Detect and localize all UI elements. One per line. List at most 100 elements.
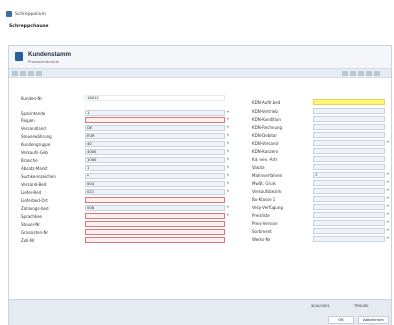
- right-field-kdn-rechnung[interactable]: [313, 124, 385, 130]
- left-label-branche: Branche: [21, 158, 38, 163]
- left-field-grossisten-nr[interactable]: [85, 229, 225, 235]
- left-field-steuerw-hrung[interactable]: EUR: [85, 133, 225, 139]
- status-user: TRSUSE: [354, 304, 369, 308]
- left-field-sprachkee[interactable]: [85, 213, 225, 219]
- left-field-zahlungs-bed[interactable]: 008: [85, 205, 225, 211]
- dropdown-arrow-icon[interactable]: ▾: [387, 172, 389, 176]
- right-label-kdn-konzern: KDN-Konzern: [252, 149, 279, 154]
- right-label-verp-verf-gung: Verp-Verfügung: [252, 205, 283, 210]
- right-label-werks-nr: Werks-Nr: [252, 237, 271, 242]
- dropdown-arrow-icon[interactable]: ▾: [227, 173, 229, 177]
- dropdown-arrow-icon[interactable]: ▾: [387, 140, 389, 144]
- dropdown-arrow-icon[interactable]: ▾: [387, 228, 389, 232]
- right-field-verp-verf-gung[interactable]: [313, 204, 385, 210]
- left-label-liefer-bed: Liefer-Bed: [21, 190, 42, 195]
- dropdown-arrow-icon[interactable]: ▾: [227, 149, 229, 153]
- save-icon[interactable]: [28, 71, 34, 76]
- left-field-kunden-nr[interactable]: 18012: [85, 95, 225, 101]
- right-field-bu-klasse-1[interactable]: [313, 196, 385, 202]
- dropdown-arrow-icon[interactable]: ▾: [227, 213, 229, 217]
- dropdown-arrow-icon[interactable]: ▾: [227, 157, 229, 161]
- dropdown-arrow-icon[interactable]: ▾: [387, 212, 389, 216]
- right-label-kdn-versand: KDN-Versand: [252, 141, 279, 146]
- previous-record-icon[interactable]: [358, 71, 364, 76]
- dropdown-arrow-icon[interactable]: ▾: [387, 180, 389, 184]
- right-field-kd-ven-artr[interactable]: [313, 156, 385, 162]
- customer-master-panel: Kundenstamm Prozessindustrie Kunden-Nr 18…: [8, 45, 392, 325]
- left-field-lieferbed-ort[interactable]: [85, 197, 225, 203]
- left-field-versand-bed[interactable]: 004: [85, 181, 225, 187]
- left-field-sparintende[interactable]: 1: [85, 110, 225, 116]
- dropdown-arrow-icon[interactable]: ▾: [387, 196, 389, 200]
- first-record-icon[interactable]: [350, 71, 356, 76]
- left-label-grossisten-nr: Grossisten-Nr: [21, 230, 49, 235]
- right-field-mahnverfahren[interactable]: 1: [313, 172, 385, 178]
- right-label-kdn-auftr-bed: KDN-Auftr.bed: [252, 100, 281, 105]
- customer-icon: [15, 52, 23, 61]
- left-field-steuer-nr[interactable]: [85, 221, 225, 227]
- left-field-verkaufs-geb[interactable]: 4000: [85, 149, 225, 155]
- dropdown-arrow-icon[interactable]: ▾: [227, 133, 229, 137]
- delete-icon[interactable]: [36, 71, 42, 76]
- right-field-sortiment[interactable]: [313, 228, 385, 234]
- right-label-bu-klasse-1: Bu-Klasse 1: [252, 197, 276, 202]
- last-record-icon[interactable]: [374, 71, 380, 76]
- search-icon[interactable]: [342, 71, 348, 76]
- dropdown-arrow-icon[interactable]: ▾: [387, 220, 389, 224]
- dropdown-arrow-icon[interactable]: ▾: [387, 188, 389, 192]
- right-field-kdn-vertrieb[interactable]: [313, 108, 385, 114]
- dropdown-arrow-icon[interactable]: ▾: [387, 236, 389, 240]
- right-label-kdn-vertrieb: KDN-Vertrieb: [252, 109, 278, 114]
- right-field-preisliste[interactable]: [313, 212, 385, 218]
- right-label-mwst-gruls: MwSt. Gruls: [252, 181, 276, 186]
- right-field-kdn-debitor[interactable]: [313, 132, 385, 138]
- dropdown-arrow-icon[interactable]: ▾: [227, 110, 229, 114]
- left-label-sparintende: Sparintende: [21, 111, 46, 116]
- left-label-sprachkee: Sprachkee: [21, 214, 43, 219]
- left-label-region: Region: [21, 118, 35, 123]
- left-label-kundengruppe: Kundengruppe: [21, 142, 51, 147]
- new-icon[interactable]: [12, 71, 18, 76]
- left-label-zoll-nr: Zoll-Nr: [21, 238, 35, 243]
- left-field-absatz-markt[interactable]: 1: [85, 165, 225, 171]
- dropdown-arrow-icon[interactable]: ▾: [227, 141, 229, 145]
- right-field-kdn-versand[interactable]: [313, 140, 385, 146]
- panel-header: Kundenstamm Prozessindustrie: [9, 46, 391, 68]
- toolbar: [9, 68, 391, 78]
- window-title: Schreppolium: [15, 11, 46, 17]
- left-field-kundengruppe[interactable]: 40: [85, 141, 225, 147]
- left-field-liefer-bed[interactable]: 021: [85, 189, 225, 195]
- window-titlebar: Schreppolium: [6, 9, 46, 19]
- dropdown-arrow-icon[interactable]: ▾: [227, 205, 229, 209]
- dropdown-arrow-icon[interactable]: ▾: [387, 204, 389, 208]
- app-icon: [6, 11, 12, 17]
- cancel-button[interactable]: Abbrechen: [358, 316, 389, 324]
- dropdown-arrow-icon[interactable]: ▾: [227, 117, 229, 121]
- right-field-preis-version[interactable]: [313, 220, 385, 226]
- right-field-verkaufsbezirk[interactable]: [313, 188, 385, 194]
- edit-icon[interactable]: [20, 71, 26, 76]
- dropdown-arrow-icon[interactable]: ▾: [227, 181, 229, 185]
- right-field-kdn-konzern[interactable]: [313, 148, 385, 154]
- right-label-verkaufsbezirk: Verkaufsbezirk: [252, 189, 282, 194]
- dropdown-arrow-icon[interactable]: ▾: [227, 165, 229, 169]
- left-label-lieferbed-ort: Lieferbed-Ort: [21, 198, 48, 203]
- right-field-mwst-gruls[interactable]: [313, 180, 385, 186]
- left-field-zoll-nr[interactable]: [85, 237, 225, 243]
- dropdown-arrow-icon[interactable]: ▾: [227, 189, 229, 193]
- right-field-werks-nr[interactable]: [313, 236, 385, 242]
- ok-button[interactable]: OK: [328, 316, 354, 324]
- left-label-suchkennzeichen: Suchkennzeichen: [21, 174, 56, 179]
- left-field-region[interactable]: [85, 117, 225, 123]
- left-field-versandland[interactable]: DE: [85, 125, 225, 131]
- left-label-absatz-markt: Absatz-Markt: [21, 166, 48, 171]
- next-record-icon[interactable]: [366, 71, 372, 76]
- right-field-valuta[interactable]: [313, 164, 385, 170]
- right-label-preisliste: Preisliste: [252, 213, 270, 218]
- right-field-kdn-auftr-bed[interactable]: [313, 99, 385, 105]
- dropdown-arrow-icon[interactable]: ▾: [227, 125, 229, 129]
- left-field-suchkennzeichen[interactable]: *: [85, 173, 225, 179]
- left-field-branche[interactable]: 1000: [85, 157, 225, 163]
- right-label-kd-ven-artr: Kd.-ven.-Artr: [252, 157, 278, 162]
- right-field-kdn-kondition[interactable]: [313, 116, 385, 122]
